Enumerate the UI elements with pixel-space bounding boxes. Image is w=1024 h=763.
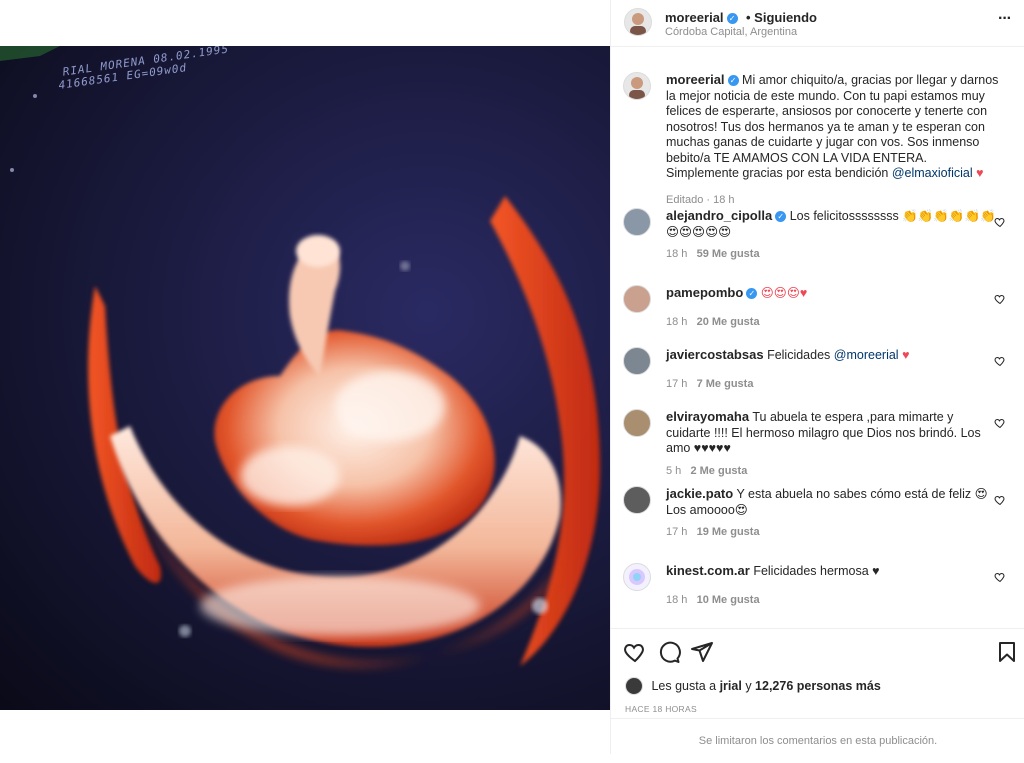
heart-emoji: ♥ bbox=[976, 166, 984, 180]
comment-username[interactable]: alejandro_cipolla bbox=[666, 208, 772, 223]
more-options-icon[interactable]: ··· bbox=[998, 10, 1012, 28]
media-column: RIAL MORENA 08.02.1995 41668561 EG=09w0d bbox=[0, 0, 610, 754]
avatar[interactable] bbox=[623, 347, 651, 375]
comment-username[interactable]: elvirayomaha bbox=[666, 409, 749, 424]
comment-time[interactable]: 17 h bbox=[666, 378, 687, 390]
comments-list[interactable]: moreerial ✓ Mi amor chiquito/a, gracias p… bbox=[611, 47, 1024, 627]
comment-username[interactable]: kinest.com.ar bbox=[666, 563, 750, 578]
comment-likes[interactable]: 10 Me gusta bbox=[697, 594, 760, 606]
likes-user[interactable]: jrial bbox=[720, 679, 742, 693]
post-username[interactable]: moreerial bbox=[665, 10, 724, 25]
comment-time[interactable]: 18 h bbox=[666, 594, 687, 606]
caption-mention-link[interactable]: @elmaxioficial bbox=[892, 166, 973, 180]
avatar[interactable] bbox=[624, 8, 652, 36]
caption-text: Mi amor chiquito/a, gracias por llegar y… bbox=[666, 73, 999, 180]
post-location[interactable]: Córdoba Capital, Argentina bbox=[665, 26, 797, 38]
like-comment-heart-icon[interactable] bbox=[994, 293, 1006, 305]
save-bookmark-icon[interactable] bbox=[995, 640, 1019, 664]
verified-badge-icon: ✓ bbox=[775, 211, 787, 222]
comment-text: Felicidades bbox=[767, 348, 831, 362]
scan-marker bbox=[10, 168, 14, 172]
post-details-panel: moreerial ✓ • Siguiendo Córdoba Capital, … bbox=[610, 0, 1024, 754]
comment-time[interactable]: 18 h bbox=[666, 248, 687, 260]
verified-badge-icon: ✓ bbox=[746, 288, 758, 299]
header-user-line: moreerial ✓ • Siguiendo bbox=[665, 9, 817, 27]
comment-username[interactable]: pamepombo bbox=[666, 285, 743, 300]
caption-meta: Editado · 18 h bbox=[666, 193, 735, 206]
like-comment-heart-icon[interactable] bbox=[994, 494, 1006, 506]
scan-marker bbox=[33, 94, 37, 98]
likes-count[interactable]: 12,276 personas más bbox=[755, 679, 881, 693]
likes-middle: y bbox=[745, 679, 752, 693]
caption-username[interactable]: moreerial bbox=[666, 72, 725, 87]
verified-badge-icon: ✓ bbox=[727, 75, 739, 86]
avatar[interactable] bbox=[623, 486, 651, 514]
avatar[interactable] bbox=[623, 563, 651, 591]
post-header: moreerial ✓ • Siguiendo Córdoba Capital, … bbox=[611, 0, 1024, 47]
like-heart-icon[interactable] bbox=[623, 640, 647, 664]
likes-summary: Les gusta a jrial y 12,276 personas más bbox=[625, 677, 881, 695]
comment-time[interactable]: 5 h bbox=[666, 465, 681, 477]
like-comment-heart-icon[interactable] bbox=[994, 571, 1006, 583]
ultrasound-image bbox=[0, 46, 600, 666]
comment-time[interactable]: 18 h bbox=[666, 316, 687, 328]
comment-bubble-icon[interactable] bbox=[657, 640, 681, 664]
comment-mention-link[interactable]: @moreerial bbox=[834, 348, 899, 362]
comment-likes[interactable]: 20 Me gusta bbox=[697, 316, 760, 328]
likes-prefix: Les gusta a bbox=[651, 679, 717, 693]
comment-text: 😍😍😍♥ bbox=[760, 286, 808, 300]
comments-limited-notice: Se limitaron los comentarios en esta pub… bbox=[611, 718, 1024, 755]
heart-emoji: ♥ bbox=[902, 348, 910, 362]
share-send-icon[interactable] bbox=[690, 640, 714, 664]
avatar[interactable] bbox=[623, 72, 651, 100]
avatar[interactable] bbox=[623, 285, 651, 313]
comment-username[interactable]: javiercostabsas bbox=[666, 347, 764, 362]
comment-likes[interactable]: 19 Me gusta bbox=[697, 526, 760, 538]
like-comment-heart-icon[interactable] bbox=[994, 417, 1006, 429]
post-image[interactable]: RIAL MORENA 08.02.1995 41668561 EG=09w0d bbox=[0, 46, 610, 710]
follow-status[interactable]: • Siguiendo bbox=[746, 10, 817, 25]
avatar[interactable] bbox=[623, 208, 651, 236]
comment-likes[interactable]: 7 Me gusta bbox=[697, 378, 754, 390]
avatar[interactable] bbox=[623, 409, 651, 437]
comment-time[interactable]: 17 h bbox=[666, 526, 687, 538]
verified-badge-icon: ✓ bbox=[726, 13, 738, 24]
like-comment-heart-icon[interactable] bbox=[994, 355, 1006, 367]
comment-likes[interactable]: 59 Me gusta bbox=[697, 248, 760, 260]
avatar[interactable] bbox=[625, 677, 643, 695]
like-comment-heart-icon[interactable] bbox=[994, 216, 1006, 228]
caption-text-block: moreerial ✓ Mi amor chiquito/a, gracias p… bbox=[666, 72, 1001, 182]
comment-text: Felicidades hermosa ♥ bbox=[753, 564, 880, 578]
post-timestamp[interactable]: HACE 18 HORAS bbox=[625, 704, 697, 714]
comment-username[interactable]: jackie.pato bbox=[666, 486, 733, 501]
comment-likes[interactable]: 2 Me gusta bbox=[690, 465, 747, 477]
